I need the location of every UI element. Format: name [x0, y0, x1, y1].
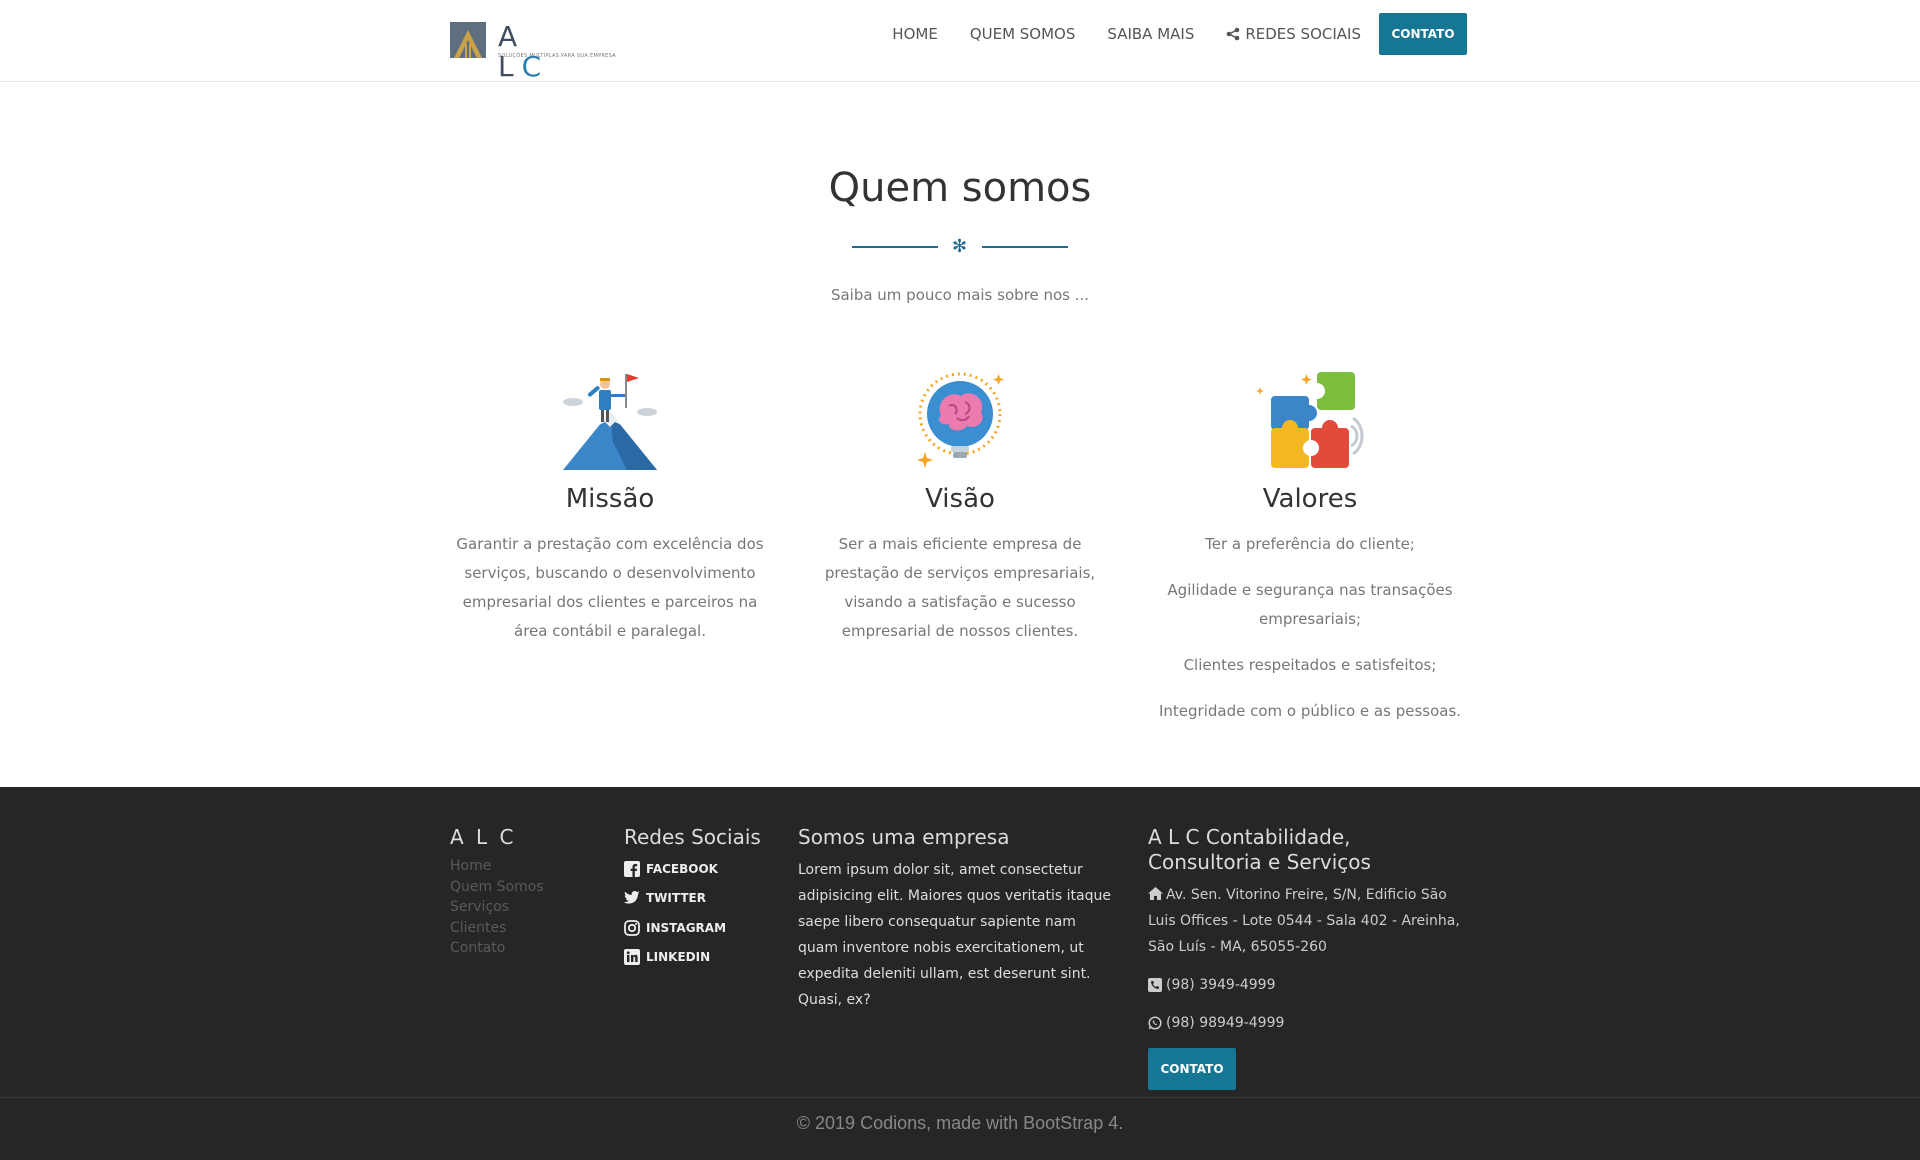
- section-title: Quem somos: [828, 165, 1092, 211]
- nav-home-label: HOME: [892, 25, 938, 43]
- missao-text: Garantir a prestação com excelência dos …: [456, 535, 764, 640]
- visao-card: Visão Ser a mais eficiente empresa de pr…: [805, 370, 1115, 646]
- social-facebook-label: FACEBOOK: [646, 861, 718, 876]
- visao-title: Visão: [925, 484, 995, 514]
- nav-menu: HOME QUEM SOMOS SAIBA MAIS REDES SOCIAIS…: [860, 13, 1467, 55]
- brand-name: A LC: [498, 20, 550, 83]
- footer-contato-button[interactable]: CONTATO: [1148, 1048, 1236, 1090]
- valores-title: Valores: [1262, 484, 1358, 514]
- phone-icon: [1148, 978, 1162, 992]
- brand-tagline: SOLUÇÕES MULTIPLAS PARA SUA EMPRESA: [498, 53, 616, 59]
- footer-col-alc: A L C Home Quem Somos Serviços Clientes …: [450, 825, 544, 959]
- footer-links: Home Quem Somos Serviços Clientes Contat…: [450, 856, 544, 959]
- logo-mark-icon: [450, 22, 486, 58]
- twitter-icon: [624, 891, 640, 904]
- nav-redes-sociais[interactable]: REDES SOCIAIS: [1226, 16, 1361, 52]
- nav-saiba-mais-label: SAIBA MAIS: [1107, 25, 1195, 43]
- footer-whatsapp[interactable]: (98) 98949-4999: [1148, 1010, 1473, 1036]
- social-instagram[interactable]: INSTAGRAM: [624, 913, 761, 943]
- footer-col-social: Redes Sociais FACEBOOK TWITTER INSTAGRAM…: [624, 825, 761, 972]
- missao-title: Missão: [565, 484, 655, 514]
- footer-alc-title: A L C: [450, 825, 517, 849]
- instagram-icon: [624, 919, 640, 936]
- divider-line-left: [852, 246, 938, 248]
- footer-social-title: Redes Sociais: [624, 825, 761, 849]
- social-facebook[interactable]: FACEBOOK: [624, 854, 761, 884]
- facebook-icon: [624, 860, 640, 877]
- valores-card: Valores Ter a preferência do cliente; Ag…: [1155, 370, 1465, 726]
- footer-address-text: Av. Sen. Vitorino Freire, S/N, Edificio …: [1148, 887, 1460, 955]
- footer-empresa-title: Somos uma empresa: [798, 825, 1010, 849]
- social-instagram-label: INSTAGRAM: [646, 920, 727, 935]
- divider-line-right: [982, 246, 1068, 248]
- social-linkedin-label: LINKEDIN: [646, 950, 711, 965]
- footer-link-clientes[interactable]: Clientes: [450, 918, 544, 939]
- footer-whatsapp-text: (98) 98949-4999: [1166, 1015, 1285, 1031]
- valores-text-3: Clientes respeitados e satisfeitos;: [1183, 656, 1437, 674]
- brand-text: A LC SOLUÇÕES MULTIPLAS PARA SUA EMPRESA: [498, 22, 616, 82]
- social-twitter[interactable]: TWITTER: [624, 884, 761, 914]
- nav-quem-somos[interactable]: QUEM SOMOS: [970, 16, 1076, 52]
- mountain-flag-icon: [555, 370, 665, 470]
- visao-text: Ser a mais eficiente empresa de prestaçã…: [824, 535, 1096, 640]
- missao-card: Missão Garantir a prestação com excelênc…: [455, 370, 765, 646]
- copyright: © 2019 Codions, made with BootStrap 4.: [796, 1113, 1124, 1133]
- whatsapp-icon: [1148, 1016, 1162, 1030]
- footer-link-home[interactable]: Home: [450, 856, 544, 877]
- section-subtitle: Saiba um pouco mais sobre nos ...: [830, 286, 1090, 304]
- footer-address: Av. Sen. Vitorino Freire, S/N, Edificio …: [1148, 882, 1473, 960]
- social-twitter-label: TWITTER: [646, 891, 706, 906]
- footer-empresa-text: Lorem ipsum dolor sit, amet consectetur …: [798, 862, 1111, 1008]
- asterisk-icon: ✻: [952, 236, 968, 257]
- navbar: A LC SOLUÇÕES MULTIPLAS PARA SUA EMPRESA…: [0, 0, 1920, 82]
- social-linkedin[interactable]: LINKEDIN: [624, 943, 761, 973]
- footer-col-empresa: Somos uma empresa Lorem ipsum dolor sit,…: [798, 825, 1118, 1013]
- linkedin-icon: [624, 949, 640, 966]
- nav-home[interactable]: HOME: [892, 16, 938, 52]
- share-icon: [1227, 27, 1240, 41]
- puzzle-icon: [1255, 370, 1365, 470]
- valores-text-1: Ter a preferência do cliente;: [1205, 535, 1415, 553]
- valores-text-4: Integridade com o público e as pessoas.: [1158, 702, 1462, 720]
- home-icon: [1148, 887, 1163, 900]
- footer-link-servicos[interactable]: Serviços: [450, 897, 544, 918]
- nav-saiba-mais[interactable]: SAIBA MAIS: [1107, 16, 1194, 52]
- brain-lightbulb-icon: [905, 370, 1015, 470]
- brand-logo[interactable]: A LC SOLUÇÕES MULTIPLAS PARA SUA EMPRESA: [450, 22, 616, 82]
- footer-bottom: © 2019 Codions, made with BootStrap 4.: [0, 1097, 1920, 1160]
- valores-text-2: Agilidade e segurança nas transações emp…: [1167, 581, 1453, 628]
- footer-phone[interactable]: (98) 3949-4999: [1148, 972, 1473, 998]
- footer-col-contact: A L C Contabilidade, Consultoria e Servi…: [1148, 825, 1473, 1090]
- footer-contact-title: A L C Contabilidade, Consultoria e Servi…: [1148, 825, 1371, 874]
- footer-phone-text: (98) 3949-4999: [1166, 977, 1276, 993]
- footer-link-quem-somos[interactable]: Quem Somos: [450, 877, 544, 898]
- nav-quem-somos-label: QUEM SOMOS: [969, 25, 1076, 43]
- title-divider: ✻: [852, 238, 1068, 258]
- footer-link-contato[interactable]: Contato: [450, 938, 544, 959]
- social-links: FACEBOOK TWITTER INSTAGRAM LINKEDIN: [624, 854, 761, 972]
- nav-redes-sociais-label: REDES SOCIAIS: [1245, 25, 1361, 43]
- contato-button[interactable]: CONTATO: [1379, 13, 1467, 55]
